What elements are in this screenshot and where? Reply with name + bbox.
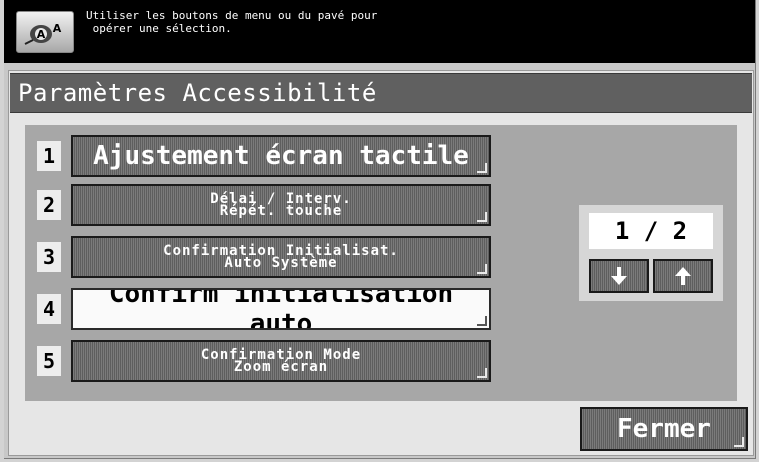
menu-list: 1 Ajustement écran tactile 2 Délai / Int… [25, 125, 737, 401]
close-button[interactable]: Fermer [580, 407, 748, 451]
accessibility-panel: Paramètres Accessibilité 1 Ajustement éc… [8, 70, 754, 456]
instruction-text: Utiliser les boutons de menu ou du pavé … [86, 9, 378, 35]
page-navigator: 1 / 2 [579, 205, 723, 301]
menu-item-zoom-mode-confirm[interactable]: Confirmation Mode Zoom écran [71, 340, 491, 382]
page-title: Paramètres Accessibilité [18, 79, 377, 107]
menu-item-touch-screen-adjust[interactable]: Ajustement écran tactile [71, 135, 491, 177]
menu-item-auto-reset-confirm[interactable]: Confirm initialisation auto [71, 288, 491, 330]
page-indicator: 1 / 2 [589, 213, 713, 249]
menu-item-number: 2 [37, 190, 61, 220]
menu-item-auto-system-reset-confirm[interactable]: Confirmation Initialisat. Auto Système [71, 236, 491, 278]
svg-text:A: A [53, 22, 62, 35]
screen-frame: A A Utiliser les boutons de menu ou du p… [4, 0, 756, 459]
menu-item-number: 1 [37, 141, 61, 171]
menu-item-number: 5 [37, 346, 61, 376]
svg-text:A: A [37, 28, 46, 41]
arrow-up-icon [675, 267, 691, 285]
menu-item-number: 4 [37, 294, 61, 324]
menu-item-number: 3 [37, 242, 61, 272]
page-down-button[interactable] [589, 259, 649, 293]
page-up-button[interactable] [653, 259, 713, 293]
accessibility-icon: A A [16, 11, 74, 53]
title-bar: Paramètres Accessibilité [10, 73, 752, 113]
menu-item-key-repeat-delay[interactable]: Délai / Interv. Répét. touche [71, 184, 491, 226]
arrow-down-icon [611, 267, 627, 285]
message-bar: A A Utiliser les boutons de menu ou du p… [4, 0, 755, 63]
